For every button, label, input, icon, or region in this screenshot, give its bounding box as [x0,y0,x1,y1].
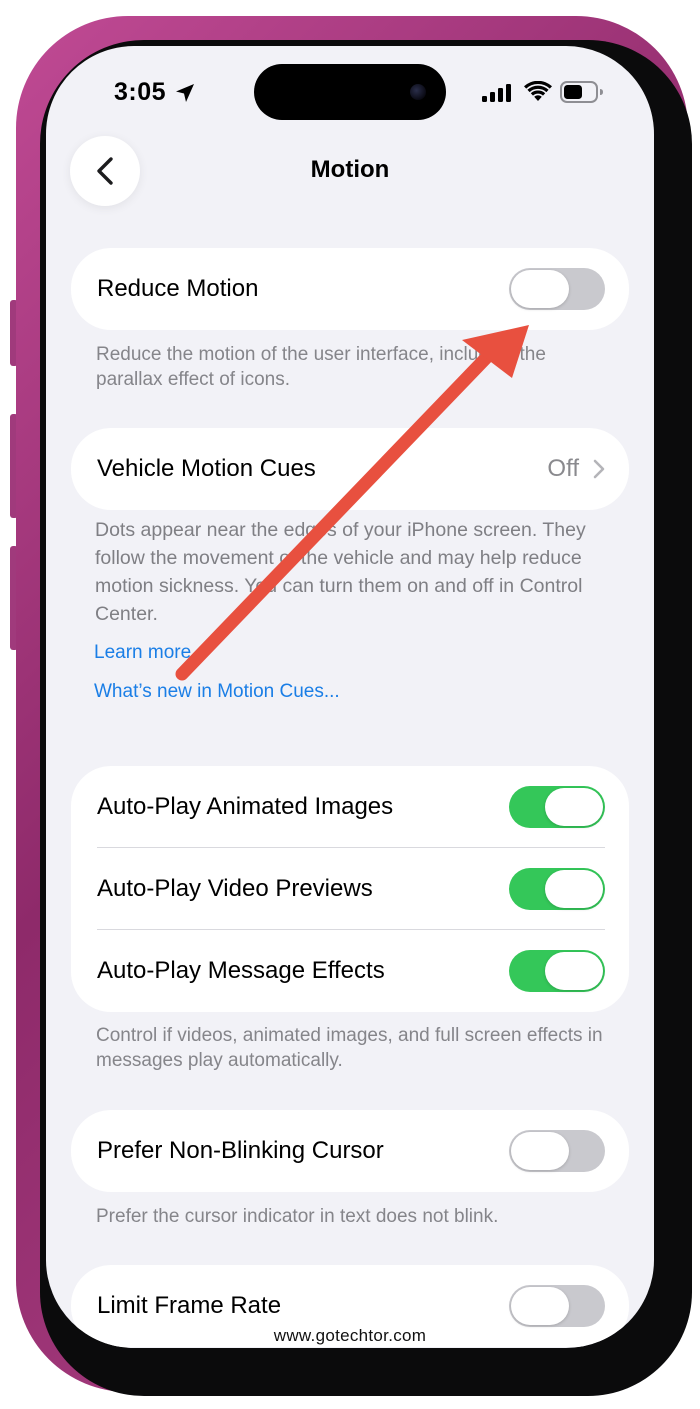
reduce-motion-toggle[interactable] [509,268,605,310]
vehicle-motion-cues-row[interactable]: Vehicle Motion Cues Off [71,428,629,510]
vehicle-motion-cues-label: Vehicle Motion Cues [97,455,316,482]
front-camera [410,84,426,100]
autoplay-message-effects-row: Auto-Play Message Effects [71,930,629,1012]
cellular-signal-icon [482,84,511,102]
limit-frame-rate-toggle[interactable] [509,1285,605,1327]
reduce-motion-group: Reduce Motion [71,248,629,330]
vehicle-motion-cues-footnote: Dots appear near the edges of your iPhon… [95,519,586,625]
autoplay-group: Auto-Play Animated Images Auto-Play Vide… [71,766,629,1012]
autoplay-message-effects-toggle[interactable] [509,950,605,992]
toggle-knob [545,870,603,908]
autoplay-message-effects-label: Auto-Play Message Effects [97,957,385,984]
toggle-knob [511,1132,569,1170]
autoplay-video-previews-toggle[interactable] [509,868,605,910]
toggle-knob [545,952,603,990]
reduce-motion-row: Reduce Motion [71,248,629,330]
limit-frame-rate-label: Limit Frame Rate [97,1292,282,1319]
screen: 3:05 Motion Reduce Motion Reduce the mot… [46,46,654,1348]
non-blinking-cursor-footnote: Prefer the cursor indicator in text does… [96,1206,499,1227]
non-blinking-cursor-row: Prefer Non-Blinking Cursor [71,1110,629,1192]
dynamic-island [254,64,446,120]
reduce-motion-label: Reduce Motion [97,275,259,302]
battery-icon [560,81,603,103]
vehicle-motion-cues-value: Off [547,455,579,482]
autoplay-animated-images-toggle[interactable] [509,786,605,828]
toggle-knob [545,788,603,826]
non-blinking-cursor-label: Prefer Non-Blinking Cursor [97,1137,384,1164]
autoplay-animated-images-row: Auto-Play Animated Images [71,766,629,848]
status-time: 3:05 [114,78,167,106]
whats-new-link[interactable]: What’s new in Motion Cues... [94,681,340,703]
autoplay-footnote: Control if videos, animated images, and … [96,1025,603,1071]
toggle-knob [511,270,569,308]
wifi-icon [524,81,552,101]
watermark: www.gotechtor.com [273,1326,427,1345]
autoplay-animated-images-label: Auto-Play Animated Images [97,793,394,820]
location-arrow-icon [176,84,194,102]
reduce-motion-footnote: Reduce the motion of the user interface,… [96,344,546,390]
page-title: Motion [310,156,390,183]
non-blinking-cursor-group: Prefer Non-Blinking Cursor [71,1110,629,1192]
vehicle-motion-cues-group: Vehicle Motion Cues Off [71,428,629,510]
status-bar: 3:05 [46,46,654,138]
toggle-knob [511,1287,569,1325]
chevron-right-icon [593,459,605,479]
autoplay-video-previews-label: Auto-Play Video Previews [97,875,373,902]
autoplay-video-previews-row: Auto-Play Video Previews [71,848,629,930]
non-blinking-cursor-toggle[interactable] [509,1130,605,1172]
learn-more-link[interactable]: Learn more... [94,642,207,664]
